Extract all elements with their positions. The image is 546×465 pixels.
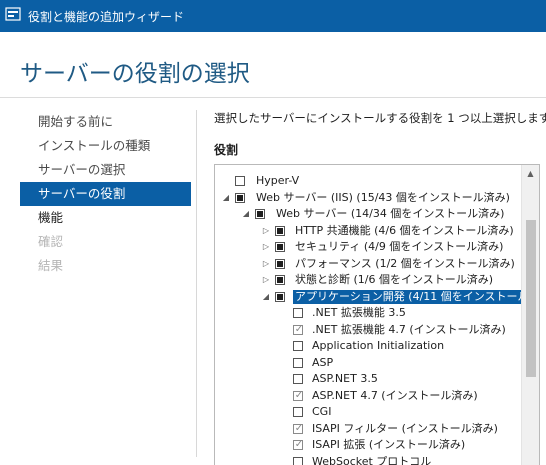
collapse-arrow-icon[interactable]: ◢ [241, 206, 251, 222]
role-checkbox[interactable] [275, 275, 285, 285]
expand-arrow-icon[interactable]: ▷ [261, 272, 271, 288]
role-label[interactable]: .NET 拡張機能 3.5 [312, 306, 406, 320]
collapse-arrow-icon[interactable]: ◢ [261, 289, 271, 305]
checkmark-icon: ✓ [294, 422, 304, 436]
tree-row[interactable]: ✓ ASP.NET 4.7 (インストール済み) [215, 388, 521, 405]
tree-row[interactable]: ASP.NET 3.5 [215, 371, 521, 388]
role-checkbox[interactable] [275, 292, 285, 302]
role-checkbox[interactable] [293, 341, 303, 351]
tree-row[interactable]: ▷ 状態と診断 (1/6 個をインストール済み) [215, 272, 521, 289]
tree-row[interactable]: CGI [215, 404, 521, 421]
tree-row[interactable]: ▷ セキュリティ (4/9 個をインストール済み) [215, 239, 521, 256]
role-label[interactable]: WebSocket プロトコル [312, 455, 431, 465]
nav-item: 結果 [20, 254, 191, 278]
role-label[interactable]: アプリケーション開発 (4/11 個をインストール済み) [293, 290, 540, 304]
role-label[interactable]: ASP.NET 3.5 [312, 372, 378, 386]
role-label[interactable]: Hyper-V [256, 174, 299, 188]
roles-label: 役割 [214, 141, 238, 158]
role-checkbox[interactable] [293, 457, 303, 465]
nav-item[interactable]: 機能 [20, 206, 191, 230]
tree-row[interactable]: ◢ Web サーバー (IIS) (15/43 個をインストール済み) [215, 190, 521, 207]
role-label[interactable]: セキュリティ (4/9 個をインストール済み) [295, 240, 503, 254]
checkmark-icon: ✓ [294, 438, 304, 452]
tree-row[interactable]: ◢アプリケーション開発 (4/11 個をインストール済み) [215, 289, 521, 306]
role-label[interactable]: .NET 拡張機能 4.7 (インストール済み) [312, 323, 506, 337]
tree-row[interactable]: ▷ HTTP 共通機能 (4/6 個をインストール済み) [215, 223, 521, 240]
checkmark-icon: ✓ [294, 389, 304, 403]
title-bar[interactable]: 役割と機能の追加ウィザード [0, 0, 546, 32]
vertical-scrollbar[interactable]: ▲ [521, 165, 539, 465]
role-checkbox[interactable] [275, 259, 285, 269]
collapse-arrow-icon[interactable]: ◢ [221, 190, 231, 206]
role-label[interactable]: ISAPI フィルター (インストール済み) [312, 422, 498, 436]
nav-item[interactable]: 開始する前に [20, 110, 191, 134]
role-label[interactable]: HTTP 共通機能 (4/6 個をインストール済み) [295, 224, 514, 238]
expand-arrow-icon[interactable]: ▷ [261, 256, 271, 272]
role-checkbox[interactable] [235, 176, 245, 186]
tree-row[interactable]: Hyper-V [215, 173, 521, 190]
page-title: サーバーの役割の選択 [20, 54, 250, 88]
role-checkbox[interactable] [293, 374, 303, 384]
role-label[interactable]: Application Initialization [312, 339, 444, 353]
role-label[interactable]: ASP [312, 356, 333, 370]
role-checkbox[interactable] [275, 226, 285, 236]
tree-row[interactable]: .NET 拡張機能 3.5 [215, 305, 521, 322]
nav-item[interactable]: サーバーの選択 [20, 158, 191, 182]
tree-row[interactable]: Application Initialization [215, 338, 521, 355]
role-label[interactable]: Web サーバー (14/34 個をインストール済み) [276, 207, 504, 221]
expand-arrow-icon[interactable]: ▷ [261, 223, 271, 239]
nav-item[interactable]: サーバーの役割 [20, 182, 191, 206]
tree-row[interactable]: ▷ パフォーマンス (1/2 個をインストール済み) [215, 256, 521, 273]
role-label[interactable]: ASP.NET 4.7 (インストール済み) [312, 389, 478, 403]
tree-row[interactable]: ✓ ISAPI フィルター (インストール済み) [215, 421, 521, 438]
role-label[interactable]: Web サーバー (IIS) (15/43 個をインストール済み) [256, 191, 510, 205]
role-checkbox[interactable]: ✓ [293, 325, 303, 335]
tree-row[interactable]: WebSocket プロトコル [215, 454, 521, 465]
role-checkbox[interactable]: ✓ [293, 391, 303, 401]
window-title: 役割と機能の追加ウィザード [28, 8, 184, 25]
tree-row[interactable]: ◢ Web サーバー (14/34 個をインストール済み) [215, 206, 521, 223]
role-checkbox[interactable] [293, 407, 303, 417]
role-label[interactable]: CGI [312, 405, 331, 419]
role-checkbox[interactable]: ✓ [293, 440, 303, 450]
role-label[interactable]: 状態と診断 (1/6 個をインストール済み) [295, 273, 493, 287]
role-checkbox[interactable] [235, 193, 245, 203]
tree-row[interactable]: ASP [215, 355, 521, 372]
nav-item: 確認 [20, 230, 191, 254]
tree-row[interactable]: ✓ ISAPI 拡張 (インストール済み) [215, 437, 521, 454]
role-checkbox[interactable] [293, 308, 303, 318]
role-label[interactable]: ISAPI 拡張 (インストール済み) [312, 438, 465, 452]
server-manager-icon [5, 7, 21, 21]
checkmark-icon: ✓ [294, 323, 304, 337]
scroll-thumb[interactable] [526, 220, 536, 377]
scroll-up-arrow-icon[interactable]: ▲ [522, 165, 539, 182]
wizard-nav: 開始する前にインストールの種類サーバーの選択サーバーの役割機能確認結果 [20, 110, 191, 278]
role-checkbox[interactable]: ✓ [293, 424, 303, 434]
role-label[interactable]: パフォーマンス (1/2 個をインストール済み) [295, 257, 515, 271]
role-checkbox[interactable] [255, 209, 265, 219]
role-checkbox[interactable] [293, 358, 303, 368]
roles-tree[interactable]: Hyper-V ◢ Web サーバー (IIS) (15/43 個をインストール済み… [214, 164, 540, 465]
instruction-text: 選択したサーバーにインストールする役割を 1 つ以上選択します。 [214, 110, 546, 126]
expand-arrow-icon[interactable]: ▷ [261, 239, 271, 255]
tree-row[interactable]: ✓ .NET 拡張機能 4.7 (インストール済み) [215, 322, 521, 339]
nav-divider [196, 110, 197, 457]
role-checkbox[interactable] [275, 242, 285, 252]
nav-item[interactable]: インストールの種類 [20, 134, 191, 158]
header-divider [0, 97, 546, 98]
